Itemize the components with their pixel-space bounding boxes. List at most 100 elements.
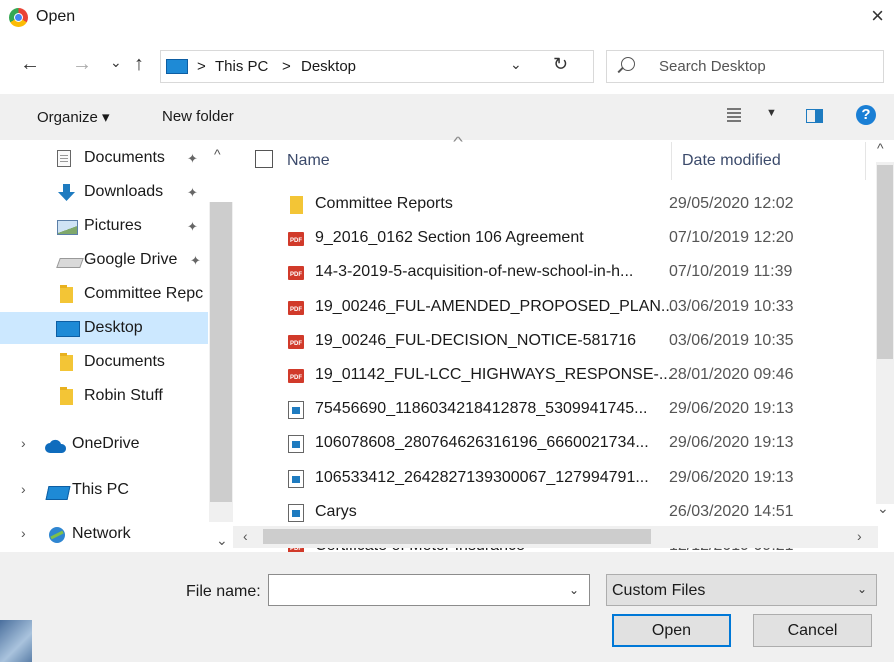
address-bar[interactable]: > This PC > Desktop [160, 50, 594, 83]
sidebar-item-documents[interactable]: Documents [0, 346, 208, 378]
nav-scroll-down-icon[interactable]: ⌄ [216, 532, 228, 549]
close-button[interactable]: × [871, 5, 884, 27]
nav-scrollbar-thumb[interactable] [210, 202, 232, 502]
sidebar-item-label: This PC [72, 481, 129, 498]
file-row[interactable]: Committee Reports 29/05/2020 12:02 [233, 188, 873, 222]
file-name: Committee Reports [315, 195, 453, 212]
cancel-button[interactable]: Cancel [753, 614, 872, 647]
scroll-up-icon[interactable]: ^ [877, 140, 884, 156]
pdf-file-icon: PDF [288, 334, 304, 349]
search-icon [621, 57, 635, 71]
sort-indicator-icon: ^ [453, 134, 463, 149]
file-date-modified: 28/01/2020 09:46 [669, 366, 794, 383]
sidebar-item-label: Google Drive [84, 251, 178, 268]
filter-dropdown-icon[interactable]: ⌄ [857, 582, 867, 596]
this-pc-icon [45, 486, 71, 500]
file-name-dropdown-icon[interactable]: ⌄ [569, 583, 579, 597]
address-desktop[interactable]: Desktop [301, 58, 356, 75]
scroll-left-icon[interactable]: ‹ [243, 528, 248, 544]
recent-locations-button[interactable]: ⌄ [110, 50, 122, 74]
sidebar-item-downloads[interactable]: Downloads ✦ [0, 176, 208, 208]
sidebar-item-label: Pictures [84, 217, 142, 234]
nav-scroll-up-icon[interactable]: ^ [214, 146, 221, 162]
sidebar-item-label: Documents [84, 353, 165, 370]
folder-icon [290, 196, 303, 214]
desktop-background-sliver [0, 620, 32, 662]
title-bar: Open × [0, 0, 894, 38]
expand-chevron-icon[interactable]: › [21, 525, 26, 541]
address-separator[interactable]: > [282, 58, 291, 75]
file-row[interactable]: PDF 19_00246_FUL-AMENDED_PROPOSED_PLAN...… [233, 291, 873, 325]
file-row[interactable]: PDF 19_00246_FUL-DECISION_NOTICE-581716 03… [233, 325, 873, 359]
image-file-icon [288, 503, 304, 522]
sidebar-item-network[interactable]: › Network [0, 518, 208, 550]
drive-icon [56, 258, 84, 268]
file-row[interactable]: 106533412_2642827139300067_127994791... 2… [233, 462, 873, 496]
file-name: 106078608_280764626316196_6660021734... [315, 434, 649, 452]
expand-chevron-icon[interactable]: › [21, 481, 26, 497]
file-row[interactable]: PDF 9_2016_0162 Section 106 Agreement 07/1… [233, 222, 873, 256]
horizontal-scrollbar[interactable]: ‹ › [233, 526, 878, 548]
sidebar-item-committee-reports[interactable]: Committee Repc [0, 278, 208, 310]
navigation-pane: Documents ✦ Downloads ✦ Pictures ✦ Googl… [0, 140, 233, 552]
file-row[interactable]: PDF 19_01142_FUL-LCC_HIGHWAYS_RESPONSE-..… [233, 359, 873, 393]
sidebar-item-onedrive[interactable]: › OneDrive [0, 428, 208, 460]
file-type-filter[interactable]: Custom Files ⌄ [606, 574, 877, 606]
open-button[interactable]: Open [612, 614, 731, 647]
network-icon [49, 527, 65, 543]
sidebar-item-this-pc[interactable]: › This PC [0, 474, 208, 506]
image-file-icon [288, 435, 304, 454]
organize-button[interactable]: Organize ▾ [37, 108, 110, 126]
column-divider[interactable] [671, 142, 672, 180]
file-date-modified: 29/06/2020 19:13 [669, 468, 794, 486]
sidebar-item-label: Downloads [84, 183, 164, 200]
desktop-icon [166, 59, 188, 74]
column-divider[interactable] [865, 142, 866, 180]
file-row[interactable]: 106078608_280764626316196_6660021734... 2… [233, 427, 873, 461]
file-row[interactable]: Carys 26/03/2020 14:51 [233, 496, 873, 530]
view-options-icon[interactable] [727, 108, 741, 122]
select-all-checkbox[interactable] [255, 150, 273, 168]
vertical-scrollbar-thumb[interactable] [877, 165, 893, 359]
file-name: 14-3-2019-5-acquisition-of-new-school-in… [315, 263, 634, 281]
sidebar-item-desktop[interactable]: Desktop [0, 312, 208, 344]
search-box[interactable]: Search Desktop [606, 50, 884, 83]
file-date-modified: 07/10/2019 11:39 [669, 263, 793, 281]
new-folder-button[interactable]: New folder [162, 108, 234, 125]
address-separator[interactable]: > [197, 58, 206, 75]
sidebar-item-robin-stuff[interactable]: Robin Stuff [0, 380, 208, 412]
view-dropdown-icon[interactable]: ▼ [766, 107, 777, 119]
expand-chevron-icon[interactable]: › [21, 435, 26, 451]
preview-pane-icon[interactable] [806, 109, 823, 123]
address-this-pc[interactable]: This PC [215, 58, 268, 75]
pin-icon: ✦ [190, 253, 201, 268]
pdf-file-icon: PDF [288, 300, 304, 315]
file-name: 19_00246_FUL-DECISION_NOTICE-581716 [315, 331, 637, 349]
sidebar-item-label: Committee Repc [84, 285, 204, 302]
refresh-button[interactable]: ↻ [553, 54, 568, 75]
file-row[interactable]: PDF 14-3-2019-5-acquisition-of-new-school… [233, 256, 873, 290]
sidebar-item-google-drive[interactable]: Google Drive ✦ [0, 244, 208, 276]
help-icon[interactable]: ? [856, 105, 876, 125]
horizontal-scrollbar-thumb[interactable] [263, 529, 651, 544]
file-date-modified: 07/10/2019 12:20 [669, 229, 794, 247]
column-header-date-modified[interactable]: Date modified [682, 152, 781, 170]
back-button[interactable]: ← [20, 52, 40, 76]
file-row[interactable]: 75456690_1186034218412878_5309941745... 2… [233, 393, 873, 427]
address-dropdown-icon[interactable]: ⌄ [510, 56, 522, 73]
sidebar-item-pictures[interactable]: Pictures ✦ [0, 210, 208, 242]
scroll-down-icon[interactable]: ⌄ [877, 500, 889, 517]
sidebar-item-label: Documents [84, 149, 165, 166]
folder-icon [60, 353, 73, 371]
pdf-file-icon: PDF [288, 232, 304, 247]
file-name: 19_01142_FUL-LCC_HIGHWAYS_RESPONSE-... [315, 366, 673, 383]
pin-icon: ✦ [187, 185, 198, 200]
image-file-icon [288, 401, 304, 420]
scroll-right-icon[interactable]: › [857, 528, 862, 544]
up-button[interactable]: ↑ [134, 52, 144, 76]
sidebar-item-documents-pinned[interactable]: Documents ✦ [0, 142, 208, 174]
file-name: 106533412_2642827139300067_127994791... [315, 468, 649, 486]
forward-button[interactable]: → [72, 52, 92, 76]
column-header-name[interactable]: Name [287, 152, 330, 170]
file-name-input[interactable]: ⌄ [268, 574, 590, 606]
